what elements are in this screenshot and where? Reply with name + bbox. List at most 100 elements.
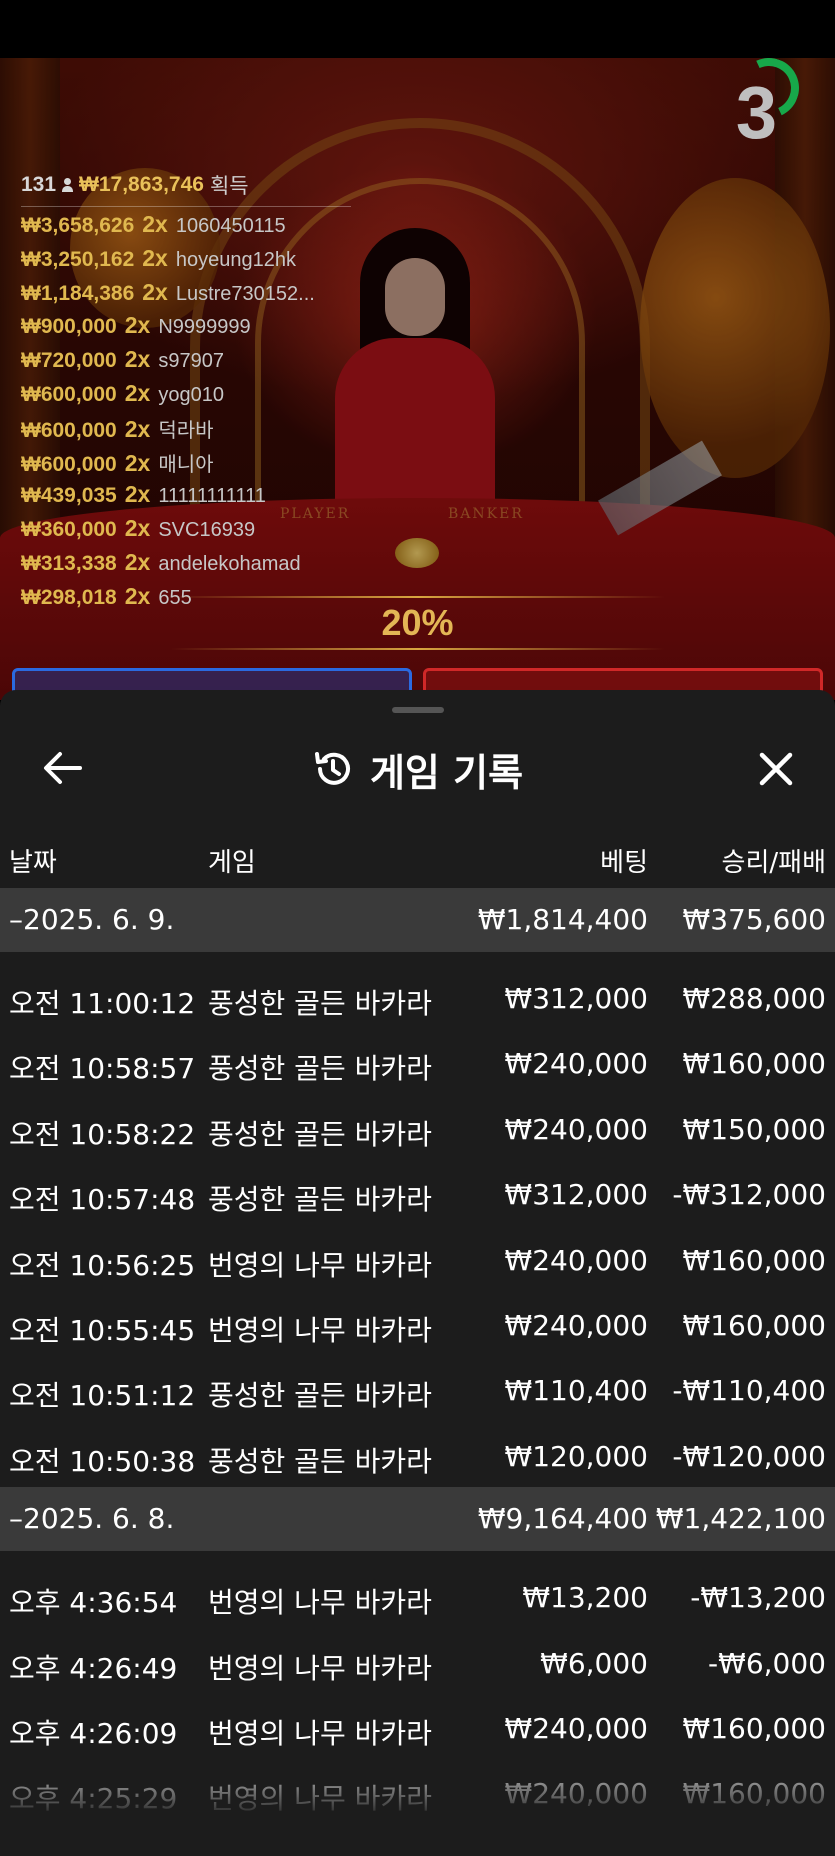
group-total-result: ₩375,600 <box>682 903 826 936</box>
history-row[interactable]: 오전 10:55:45 번영의 나무 바카라 ₩240,000 ₩160,000 <box>0 1291 835 1356</box>
row-game: 풍성한 골든 바카라 <box>208 1117 432 1151</box>
row-game: 번영의 나무 바카라 <box>208 1651 432 1685</box>
winner-amount: ₩600,000 <box>21 452 117 476</box>
row-result: ₩160,000 <box>682 1308 826 1342</box>
winner-name: Lustre730152... <box>175 282 315 305</box>
winner-row: ₩313,338 2x andelekohamad <box>21 549 351 583</box>
row-game: 풍성한 골든 바카라 <box>208 1052 432 1086</box>
winner-amount: ₩600,000 <box>21 418 117 442</box>
row-result: ₩160,000 <box>682 1777 826 1811</box>
row-time: 오전 10:55:45 <box>9 1313 196 1347</box>
winner-row: ₩1,184,386 2x Lustre730152... <box>21 279 351 313</box>
winner-amount: ₩439,035 <box>21 484 117 508</box>
winner-name: 덕라바 <box>158 419 214 442</box>
row-time: 오후 4:26:49 <box>9 1651 178 1685</box>
winner-name: 11111111111 <box>158 485 266 508</box>
row-bet: ₩110,400 <box>504 1374 648 1408</box>
title-text: 게임 기록 <box>369 750 524 795</box>
winner-multiplier: 2x <box>124 346 151 373</box>
percentage-display: 20% <box>0 596 835 650</box>
column-header-bet: 베팅 <box>600 848 648 878</box>
history-row[interactable]: 오전 11:00:12 풍성한 골든 바카라 ₩312,000 ₩288,000 <box>0 964 835 1029</box>
row-result: ₩160,000 <box>682 1047 826 1081</box>
total-winnings: ₩17,863,746 <box>79 173 204 196</box>
winners-list: 131 ₩17,863,746 획득 ₩3,658,626 2x 106045011… <box>21 170 351 617</box>
row-time: 오후 4:26:09 <box>9 1716 178 1750</box>
drag-handle[interactable] <box>392 707 444 713</box>
winner-row: ₩720,000 2x s97907 <box>21 346 351 380</box>
winner-multiplier: 2x <box>124 548 151 575</box>
winner-name: s97907 <box>158 350 224 373</box>
history-row[interactable]: 오전 10:58:57 풍성한 골든 바카라 ₩240,000 ₩160,000 <box>0 1029 835 1094</box>
winner-row: ₩600,000 2x 덕라바 <box>21 414 351 448</box>
history-row[interactable]: 오후 4:36:54 번영의 나무 바카라 ₩13,200 -₩13,200 <box>0 1563 835 1628</box>
row-game: 풍성한 골든 바카라 <box>208 1444 432 1478</box>
row-bet: ₩6,000 <box>540 1646 648 1680</box>
column-header-game: 게임 <box>208 848 256 878</box>
winner-multiplier: 2x <box>142 211 168 237</box>
row-game: 풍성한 골든 바카라 <box>208 1183 432 1217</box>
winner-amount: ₩360,000 <box>21 518 117 542</box>
divider-line <box>170 648 665 650</box>
row-result: ₩150,000 <box>682 1112 826 1146</box>
winner-row: ₩3,250,162 2x hoyeung12hk <box>21 245 351 279</box>
row-result: ₩160,000 <box>682 1243 826 1277</box>
row-result: -₩312,000 <box>672 1178 826 1212</box>
date-group-header[interactable]: –2025. 6. 8. ₩9,164,400 ₩1,422,100 <box>0 1487 835 1552</box>
history-row[interactable]: 오전 10:58:22 풍성한 골든 바카라 ₩240,000 ₩150,000 <box>0 1095 835 1160</box>
winner-row: ₩3,658,626 2x 1060450115 <box>21 211 351 245</box>
top-status-bar <box>0 0 835 58</box>
history-row[interactable]: 오전 10:57:48 풍성한 골든 바카라 ₩312,000 -₩312,000 <box>0 1160 835 1225</box>
row-game: 번영의 나무 바카라 <box>208 1782 432 1816</box>
winner-amount: ₩600,000 <box>21 382 117 406</box>
sheet-header: 게임 기록 <box>0 726 835 812</box>
history-row[interactable]: 오전 10:56:25 번영의 나무 바카라 ₩240,000 ₩160,000 <box>0 1226 835 1291</box>
close-button[interactable] <box>751 744 801 794</box>
history-row[interactable]: 오전 10:51:12 풍성한 골든 바카라 ₩110,400 -₩110,400 <box>0 1356 835 1421</box>
round-countdown: 3 <box>730 49 808 155</box>
row-time: 오후 4:25:29 <box>9 1782 178 1816</box>
winner-multiplier: 2x <box>142 278 168 305</box>
row-result: -₩13,200 <box>690 1581 826 1615</box>
history-row[interactable]: 오후 4:26:49 번영의 나무 바카라 ₩6,000 -₩6,000 <box>0 1629 835 1694</box>
row-time: 오전 10:58:22 <box>9 1117 196 1151</box>
history-row[interactable]: 오후 4:26:09 번영의 나무 바카라 ₩240,000 ₩160,000 <box>0 1694 835 1759</box>
date-group-header[interactable]: –2025. 6. 9. ₩1,814,400 ₩375,600 <box>0 888 835 952</box>
column-header-date: 날짜 <box>9 848 57 878</box>
winner-name: yog010 <box>158 383 224 406</box>
group-date: –2025. 6. 8. <box>9 1502 175 1536</box>
row-bet: ₩312,000 <box>504 982 648 1015</box>
winners-header: 131 ₩17,863,746 획득 <box>21 170 351 207</box>
game-history-sheet: 게임 기록 날짜 게임 베팅 승리/패배 –2025. 6. 9. ₩1,814,… <box>0 690 835 1856</box>
person-icon <box>62 178 74 192</box>
sheet-title: 게임 기록 <box>0 726 835 812</box>
row-result: ₩160,000 <box>682 1711 826 1745</box>
row-game: 풍성한 골든 바카라 <box>208 987 432 1020</box>
winner-multiplier: 2x <box>124 415 151 442</box>
winner-amount: ₩720,000 <box>21 349 117 373</box>
row-bet: ₩13,200 <box>522 1581 648 1615</box>
row-time: 오전 10:57:48 <box>9 1183 196 1217</box>
winner-amount: ₩3,250,162 <box>21 247 135 271</box>
row-game: 풍성한 골든 바카라 <box>208 1379 432 1413</box>
row-result: -₩120,000 <box>672 1439 826 1473</box>
row-bet: ₩240,000 <box>504 1777 648 1811</box>
winner-multiplier: 2x <box>124 312 151 339</box>
winner-row: ₩360,000 2x SVC16939 <box>21 515 351 549</box>
row-bet: ₩240,000 <box>504 1047 648 1081</box>
column-header-win-loss: 승리/패배 <box>721 848 826 878</box>
row-game: 번영의 나무 바카라 <box>208 1248 432 1282</box>
column-headers: 날짜 게임 베팅 승리/패배 <box>0 830 835 890</box>
divider-line <box>170 596 665 598</box>
group-total-result: ₩1,422,100 <box>655 1502 826 1536</box>
history-row[interactable]: 오전 10:50:38 풍성한 골든 바카라 ₩120,000 -₩120,000 <box>0 1422 835 1487</box>
row-bet: ₩240,000 <box>504 1243 648 1277</box>
winner-name: N9999999 <box>158 316 251 339</box>
row-game: 번영의 나무 바카라 <box>208 1586 432 1620</box>
winner-multiplier: 2x <box>142 244 168 271</box>
history-row[interactable]: 오후 4:25:29 번영의 나무 바카라 ₩240,000 ₩160,000 <box>0 1759 835 1824</box>
row-bet: ₩240,000 <box>504 1711 648 1745</box>
winner-name: SVC16939 <box>158 519 256 542</box>
